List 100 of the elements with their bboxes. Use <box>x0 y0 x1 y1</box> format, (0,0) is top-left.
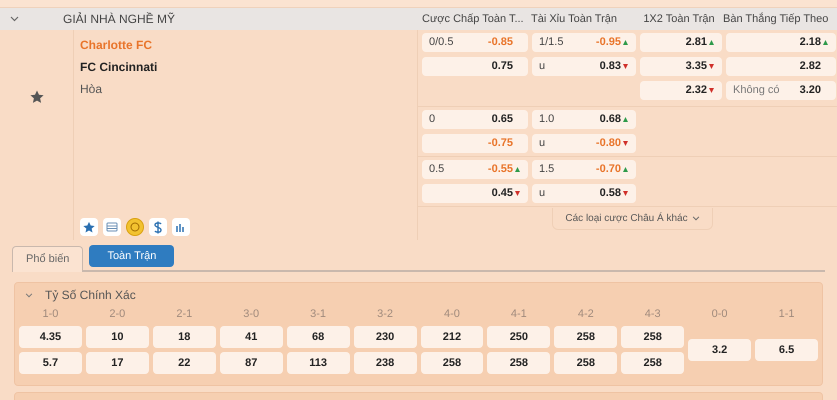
odds-label: 0.5 <box>429 162 444 178</box>
odds-cell[interactable]: 258 <box>487 352 550 374</box>
away-team: FC Cincinnati <box>80 59 158 76</box>
odds-cell[interactable]: 22 <box>152 352 216 374</box>
odds-cell[interactable]: 68 <box>286 326 350 348</box>
score-label: 2-0 <box>108 307 126 321</box>
odds-label: 0 <box>429 112 436 128</box>
odds-label: u <box>539 59 546 74</box>
odds-cell[interactable]: 10 <box>86 326 149 348</box>
bar-chart-icon[interactable] <box>172 218 190 236</box>
chevron-icon[interactable] <box>10 16 19 22</box>
odds-value: 0.83 <box>600 59 621 74</box>
odds-cell[interactable]: 258 <box>621 326 684 348</box>
dollar-icon[interactable] <box>149 218 167 236</box>
odds-cell[interactable]: 41 <box>220 326 283 348</box>
odds-cell[interactable]: 2.82 <box>726 57 836 76</box>
odds-cell[interactable]: u -0.80 <box>532 134 636 153</box>
odds-cell[interactable]: 2.81 <box>640 33 722 52</box>
column-header: Tài Xỉu Toàn Trận <box>531 12 618 27</box>
odds-cell[interactable]: 1/1.5 -0.95 <box>532 33 636 52</box>
down-triangle-icon <box>709 64 714 69</box>
score-label: 4-0 <box>443 307 461 321</box>
odds-cell[interactable]: 258 <box>621 352 684 374</box>
odds-cell[interactable]: 0.75 <box>422 57 528 76</box>
odds-cell[interactable]: 212 <box>420 326 484 348</box>
odds-value: 2.32 <box>686 83 707 98</box>
odds-value: -0.55 <box>488 162 513 178</box>
tab[interactable]: Phổ biến <box>12 246 84 272</box>
score-label: 0-0 <box>710 307 729 321</box>
odds-cell[interactable]: 1.5 -0.70 <box>532 160 636 179</box>
odds-value: -0.75 <box>488 136 513 152</box>
score-label: 3-0 <box>242 307 260 321</box>
odds-value: 0.58 <box>600 186 621 202</box>
odds-value: -0.70 <box>596 162 621 178</box>
odds-value: -0.80 <box>596 136 621 152</box>
odds-value: 0.75 <box>492 59 513 74</box>
odds-cell[interactable]: 5.7 <box>19 352 82 374</box>
odds-cell[interactable]: 6.5 <box>755 339 818 361</box>
score-label: 3-2 <box>376 307 394 321</box>
odds-cell[interactable]: 18 <box>152 326 216 348</box>
odds-cell[interactable]: 0 0.65 <box>422 110 528 129</box>
column-header: 1X2 Toàn Trận <box>642 12 716 27</box>
up-triangle-icon <box>515 167 520 172</box>
odds-value: 2.18 <box>800 35 821 50</box>
chevron-icon[interactable] <box>25 292 33 298</box>
score-label: 4-2 <box>576 307 595 321</box>
odds-cell[interactable]: 250 <box>487 326 550 348</box>
odds-cell[interactable]: u 0.83 <box>532 57 636 76</box>
odds-cell[interactable]: 113 <box>286 352 350 374</box>
column-header: Bàn Thắng Tiếp Theo <box>723 12 830 27</box>
odds-cell[interactable]: 17 <box>86 352 149 374</box>
up-triangle-icon <box>623 167 628 172</box>
odds-label: 1.0 <box>539 112 554 128</box>
up-triangle-icon <box>823 40 828 45</box>
odds-cell[interactable]: 1.0 0.68 <box>532 110 636 129</box>
up-triangle-icon <box>709 40 714 45</box>
odds-value: 0.45 <box>492 186 513 202</box>
odds-cell[interactable]: u 0.58 <box>532 184 636 203</box>
list-icon[interactable] <box>103 218 121 236</box>
odds-cell[interactable]: 3.35 <box>640 57 722 76</box>
score-label: 4-3 <box>644 307 662 321</box>
coin-icon[interactable] <box>126 218 144 236</box>
odds-label: Không có <box>733 83 780 98</box>
up-triangle-icon <box>623 40 628 45</box>
odds-cell[interactable]: 87 <box>220 352 283 374</box>
odds-label: 0/0.5 <box>429 35 454 50</box>
down-triangle-icon <box>623 141 628 146</box>
draw-label: Hòa <box>80 81 104 98</box>
odds-cell[interactable]: 3.2 <box>688 339 752 361</box>
odds-cell[interactable]: 258 <box>420 352 484 374</box>
odds-cell[interactable]: Không có 3.20 <box>726 81 836 100</box>
odds-value: 0.68 <box>600 112 621 128</box>
down-triangle-icon <box>623 64 628 69</box>
odds-label: u <box>539 136 546 152</box>
down-triangle-icon <box>515 191 520 196</box>
odds-value: -0.95 <box>596 35 621 50</box>
column-header: Cược Chấp Toàn T... <box>422 12 525 27</box>
odds-cell[interactable]: 258 <box>554 326 618 348</box>
odds-cell[interactable]: 230 <box>354 326 416 348</box>
odds-cell[interactable]: 2.32 <box>640 81 722 100</box>
odds-cell[interactable]: 0.45 <box>422 184 528 203</box>
star-icon[interactable] <box>30 90 44 103</box>
odds-cell[interactable]: 238 <box>354 352 416 374</box>
more-bets-link[interactable]: Các loại cược Châu Á khác <box>552 208 713 230</box>
odds-label: u <box>539 186 546 202</box>
score-label: 3-1 <box>309 307 328 321</box>
home-team: Charlotte FC <box>80 37 153 54</box>
down-triangle-icon <box>623 191 628 196</box>
odds-cell[interactable]: 2.18 <box>726 33 836 52</box>
up-triangle-icon <box>623 117 628 122</box>
odds-cell[interactable]: 4.35 <box>19 326 82 348</box>
odds-label: 1/1.5 <box>539 35 564 50</box>
odds-value: 3.35 <box>686 59 707 74</box>
chevron-icon <box>692 216 700 221</box>
odds-value: 2.81 <box>686 35 707 50</box>
odds-cell[interactable]: 0.5 -0.55 <box>422 160 528 179</box>
score-label: 4-1 <box>510 307 528 321</box>
tab[interactable]: Toàn Trận <box>89 245 174 267</box>
odds-cell[interactable]: 0/0.5 -0.85 <box>422 33 528 52</box>
odds-cell[interactable]: 258 <box>554 352 618 374</box>
